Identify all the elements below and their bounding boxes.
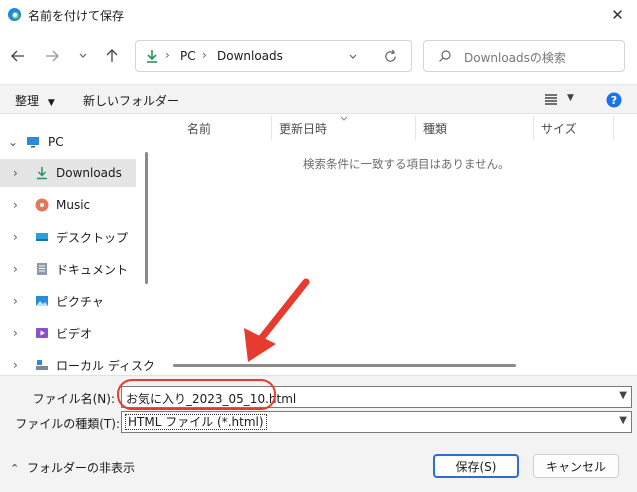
organize-button[interactable]: 整理 ▼ — [15, 92, 55, 109]
empty-results-message: 検索条件に一致する項目はありません。 — [303, 157, 510, 171]
filetype-label: ファイルの種類(T): — [15, 417, 120, 431]
address-bar[interactable]: › PC › Downloads — [135, 40, 412, 72]
save-options-panel: ファイル名(N): お気に入り_2023_05_10.html ▼ ファイルの種… — [0, 375, 637, 492]
hide-folders-label: フォルダーの非表示 — [27, 461, 136, 475]
close-icon: ✕ — [611, 6, 624, 24]
breadcrumb-downloads[interactable]: Downloads — [217, 49, 283, 63]
nav-item-desktop[interactable]: › デスクトップ — [0, 223, 136, 251]
nav-item-local-disk[interactable]: › ローカル ディスク ( — [0, 351, 153, 375]
recent-locations-button[interactable] — [70, 43, 96, 69]
videos-icon — [36, 328, 48, 338]
edge-app-icon — [7, 7, 22, 22]
nav-item-pictures[interactable]: › ピクチャ — [0, 287, 136, 315]
search-box[interactable]: Downloadsの検索 — [423, 40, 625, 72]
nav-item-downloads[interactable]: › Downloads — [0, 159, 136, 187]
window-title: 名前を付けて保存 — [28, 9, 125, 23]
nav-item-pc[interactable]: ⌄ PC — [0, 128, 136, 156]
arrow-left-icon — [11, 50, 24, 62]
download-icon — [147, 50, 157, 63]
chevron-down-icon — [79, 53, 87, 58]
close-button[interactable]: ✕ — [598, 0, 637, 30]
hide-folders-toggle[interactable]: ⌃ フォルダーの非表示 — [10, 459, 135, 476]
chevron-down-icon[interactable]: ⌄ — [8, 135, 18, 149]
chevron-right-icon[interactable]: › — [13, 166, 18, 180]
pc-icon — [27, 137, 39, 148]
nav-item-music[interactable]: › Music — [0, 191, 136, 219]
search-icon — [439, 50, 451, 62]
save-button[interactable]: 保存(S) — [433, 454, 519, 478]
chevron-up-icon: ⌃ — [10, 462, 20, 475]
horizontal-scrollbar[interactable] — [173, 364, 516, 367]
chevron-down-icon[interactable]: ▼ — [619, 415, 627, 426]
column-header-size[interactable]: サイズ — [533, 116, 613, 140]
nav-scrollbar[interactable] — [145, 152, 148, 284]
chevron-right-icon[interactable]: › — [13, 262, 18, 276]
nav-item-documents[interactable]: › ドキュメント — [0, 255, 136, 283]
nav-label: ドキュメント — [56, 262, 129, 277]
nav-label: PC — [48, 135, 64, 149]
nav-item-videos[interactable]: › ビデオ — [0, 319, 136, 347]
cancel-button[interactable]: キャンセル — [533, 454, 619, 478]
desktop-icon — [36, 233, 48, 241]
filename-label: ファイル名(N): — [32, 392, 115, 406]
breadcrumb-separator: › — [202, 48, 207, 62]
documents-icon — [37, 263, 47, 275]
address-dropdown-icon[interactable] — [348, 52, 358, 62]
chevron-down-icon: ▼ — [47, 98, 55, 108]
nav-label: Downloads — [56, 166, 122, 180]
chevron-down-icon[interactable]: ▼ — [567, 93, 574, 103]
music-icon — [35, 198, 49, 212]
breadcrumb-separator: › — [165, 48, 170, 62]
filetype-value: HTML ファイル (*.html) — [125, 414, 267, 430]
refresh-icon[interactable] — [383, 49, 398, 64]
chevron-right-icon[interactable]: › — [13, 326, 18, 340]
chevron-right-icon[interactable]: › — [13, 230, 18, 244]
search-input[interactable]: Downloadsの検索 — [464, 49, 566, 66]
chevron-right-icon[interactable]: › — [13, 294, 18, 308]
arrow-up-icon — [106, 49, 118, 62]
chevron-right-icon[interactable]: › — [13, 198, 18, 212]
column-header-name[interactable]: 名前 — [179, 116, 271, 140]
chevron-down-icon[interactable]: ▼ — [619, 390, 627, 401]
up-button[interactable] — [99, 43, 125, 69]
svg-text:?: ? — [611, 94, 617, 107]
filetype-select[interactable]: HTML ファイル (*.html) ▼ — [121, 411, 632, 433]
back-button[interactable] — [5, 43, 31, 69]
command-bar: 整理 ▼ 新しいフォルダー ▼ ? — [0, 84, 637, 114]
arrow-right-icon — [46, 50, 59, 62]
file-list[interactable]: 名前 更新日時 種類 サイズ 検索条件に一致する項目はありません。 — [153, 116, 637, 375]
navigation-pane[interactable]: ⌄ PC › Downloads › Music › デスクトップ › ドキュメ… — [0, 116, 153, 375]
nav-label: Music — [56, 198, 91, 212]
chevron-right-icon[interactable]: › — [13, 358, 18, 372]
annotation-arrow — [244, 278, 310, 362]
nav-label: ビデオ — [56, 326, 93, 341]
view-options-icon[interactable] — [544, 93, 558, 106]
forward-button[interactable] — [39, 43, 65, 69]
downloads-icon — [37, 167, 47, 180]
sort-indicator-icon — [340, 116, 348, 121]
column-divider[interactable] — [613, 116, 614, 140]
local-disk-icon — [36, 360, 48, 370]
nav-label: デスクトップ — [56, 230, 129, 245]
filename-highlight-annotation — [117, 379, 276, 410]
help-icon[interactable]: ? — [606, 92, 622, 108]
nav-label: ローカル ディスク ( — [56, 358, 153, 373]
organize-label: 整理 — [15, 94, 40, 108]
nav-label: ピクチャ — [56, 294, 104, 309]
column-header-type[interactable]: 種類 — [415, 116, 533, 140]
breadcrumb-pc[interactable]: PC — [180, 49, 196, 63]
pictures-icon — [36, 296, 48, 306]
new-folder-button[interactable]: 新しいフォルダー — [83, 92, 179, 109]
